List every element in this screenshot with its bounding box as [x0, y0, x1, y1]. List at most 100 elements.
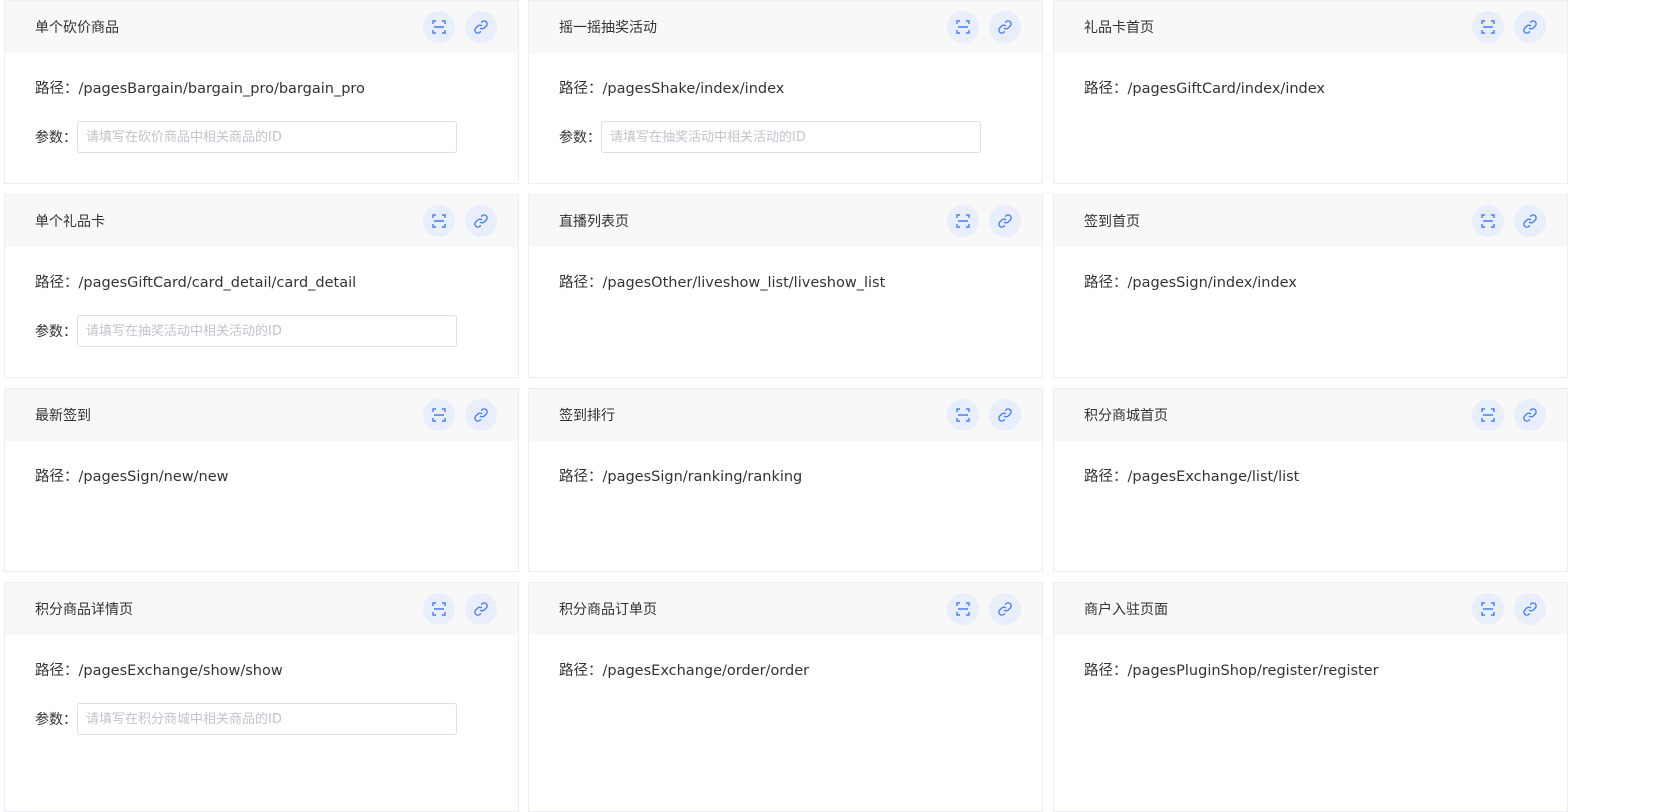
link-icon[interactable] [989, 205, 1021, 237]
path-label: 路径： [1084, 275, 1128, 291]
param-label: 参数： [559, 130, 601, 146]
scan-icon[interactable] [423, 205, 455, 237]
scan-icon[interactable] [947, 205, 979, 237]
link-card: 摇一摇抽奖活动 路径：/pagesShake/index/index 参数： [528, 0, 1043, 184]
path-text: 路径：/pagesExchange/show/show [35, 661, 488, 681]
path-value: /pagesExchange/show/show [78, 663, 283, 679]
param-input[interactable] [77, 121, 457, 153]
link-icon[interactable] [1514, 205, 1546, 237]
link-card: 直播列表页 路径：/pagesOther/liveshow_list/lives… [528, 194, 1043, 378]
link-icon[interactable] [1514, 11, 1546, 43]
param-input[interactable] [77, 315, 457, 347]
link-card: 积分商品详情页 路径：/pagesExchange/show/show 参数： [4, 582, 519, 812]
card-title: 签到排行 [559, 408, 615, 424]
card-title: 积分商品订单页 [559, 602, 657, 618]
link-icon[interactable] [989, 399, 1021, 431]
link-icon[interactable] [465, 205, 497, 237]
path-value: /pagesGiftCard/card_detail/card_detail [78, 275, 357, 291]
path-value: /pagesBargain/bargain_pro/bargain_pro [78, 81, 365, 97]
link-icon[interactable] [989, 11, 1021, 43]
link-card: 单个砍价商品 路径：/pagesBargain/bargain_pro/barg… [4, 0, 519, 184]
link-icon[interactable] [465, 399, 497, 431]
path-text: 路径：/pagesExchange/order/order [559, 661, 1012, 681]
path-text: 路径：/pagesSign/ranking/ranking [559, 467, 1012, 487]
link-card: 积分商品订单页 路径：/pagesExchange/order/order [528, 582, 1043, 812]
card-header: 礼品卡首页 [1054, 1, 1567, 53]
path-text: 路径：/pagesGiftCard/index/index [1084, 79, 1537, 99]
scan-icon[interactable] [947, 593, 979, 625]
path-label: 路径： [35, 469, 79, 485]
page-link-grid: 单个砍价商品 路径：/pagesBargain/bargain_pro/barg… [0, 0, 1668, 812]
scan-icon[interactable] [947, 399, 979, 431]
link-card: 签到首页 路径：/pagesSign/index/index [1053, 194, 1568, 378]
path-label: 路径： [35, 81, 79, 97]
link-card: 单个礼品卡 路径：/pagesGiftCard/card_detail/card… [4, 194, 519, 378]
card-header: 签到首页 [1054, 195, 1567, 247]
card-title: 商户入驻页面 [1084, 602, 1168, 618]
scan-icon[interactable] [1472, 11, 1504, 43]
link-card: 最新签到 路径：/pagesSign/new/new [4, 388, 519, 572]
link-card: 签到排行 路径：/pagesSign/ranking/ranking [528, 388, 1043, 572]
scan-icon[interactable] [1472, 593, 1504, 625]
link-card: 积分商城首页 路径：/pagesExchange/list/list [1053, 388, 1568, 572]
scan-icon[interactable] [423, 399, 455, 431]
scan-icon[interactable] [1472, 399, 1504, 431]
path-value: /pagesGiftCard/index/index [1127, 81, 1326, 97]
scan-icon[interactable] [423, 11, 455, 43]
card-header: 最新签到 [5, 389, 518, 441]
link-icon[interactable] [465, 11, 497, 43]
param-label: 参数： [35, 712, 77, 728]
path-text: 路径：/pagesGiftCard/card_detail/card_detai… [35, 273, 488, 293]
link-icon[interactable] [465, 593, 497, 625]
path-text: 路径：/pagesPluginShop/register/register [1084, 661, 1537, 681]
card-header: 积分商城首页 [1054, 389, 1567, 441]
card-title: 积分商品详情页 [35, 602, 133, 618]
link-card: 商户入驻页面 路径：/pagesPluginShop/register/regi… [1053, 582, 1568, 812]
card-title: 积分商城首页 [1084, 408, 1168, 424]
card-title: 最新签到 [35, 408, 91, 424]
param-label: 参数： [35, 130, 77, 146]
path-label: 路径： [1084, 81, 1128, 97]
card-title: 单个礼品卡 [35, 214, 105, 230]
card-header: 单个砍价商品 [5, 1, 518, 53]
path-value: /pagesShake/index/index [602, 81, 785, 97]
path-value: /pagesExchange/list/list [1127, 469, 1300, 485]
card-header: 积分商品订单页 [529, 583, 1042, 635]
path-text: 路径：/pagesBargain/bargain_pro/bargain_pro [35, 79, 488, 99]
card-header: 直播列表页 [529, 195, 1042, 247]
path-text: 路径：/pagesSign/new/new [35, 467, 488, 487]
path-value: /pagesSign/new/new [78, 469, 229, 485]
path-value: /pagesPluginShop/register/register [1127, 663, 1379, 679]
card-title: 签到首页 [1084, 214, 1140, 230]
scan-icon[interactable] [423, 593, 455, 625]
path-text: 路径：/pagesShake/index/index [559, 79, 1012, 99]
path-value: /pagesSign/ranking/ranking [602, 469, 803, 485]
path-label: 路径： [559, 469, 603, 485]
path-label: 路径： [559, 663, 603, 679]
card-title: 单个砍价商品 [35, 20, 119, 36]
param-label: 参数： [35, 324, 77, 340]
card-header: 签到排行 [529, 389, 1042, 441]
scan-icon[interactable] [1472, 205, 1504, 237]
path-value: /pagesSign/index/index [1127, 275, 1297, 291]
card-header: 积分商品详情页 [5, 583, 518, 635]
card-header: 摇一摇抽奖活动 [529, 1, 1042, 53]
path-label: 路径： [1084, 469, 1128, 485]
path-value: /pagesOther/liveshow_list/liveshow_list [602, 275, 886, 291]
card-header: 单个礼品卡 [5, 195, 518, 247]
link-icon[interactable] [989, 593, 1021, 625]
path-label: 路径： [559, 275, 603, 291]
param-input[interactable] [601, 121, 981, 153]
path-label: 路径： [1084, 663, 1128, 679]
path-label: 路径： [559, 81, 603, 97]
card-title: 直播列表页 [559, 214, 629, 230]
path-value: /pagesExchange/order/order [602, 663, 810, 679]
scan-icon[interactable] [947, 11, 979, 43]
card-header: 商户入驻页面 [1054, 583, 1567, 635]
path-text: 路径：/pagesSign/index/index [1084, 273, 1537, 293]
link-icon[interactable] [1514, 399, 1546, 431]
path-text: 路径：/pagesExchange/list/list [1084, 467, 1537, 487]
param-input[interactable] [77, 703, 457, 735]
link-icon[interactable] [1514, 593, 1546, 625]
path-text: 路径：/pagesOther/liveshow_list/liveshow_li… [559, 273, 1012, 293]
